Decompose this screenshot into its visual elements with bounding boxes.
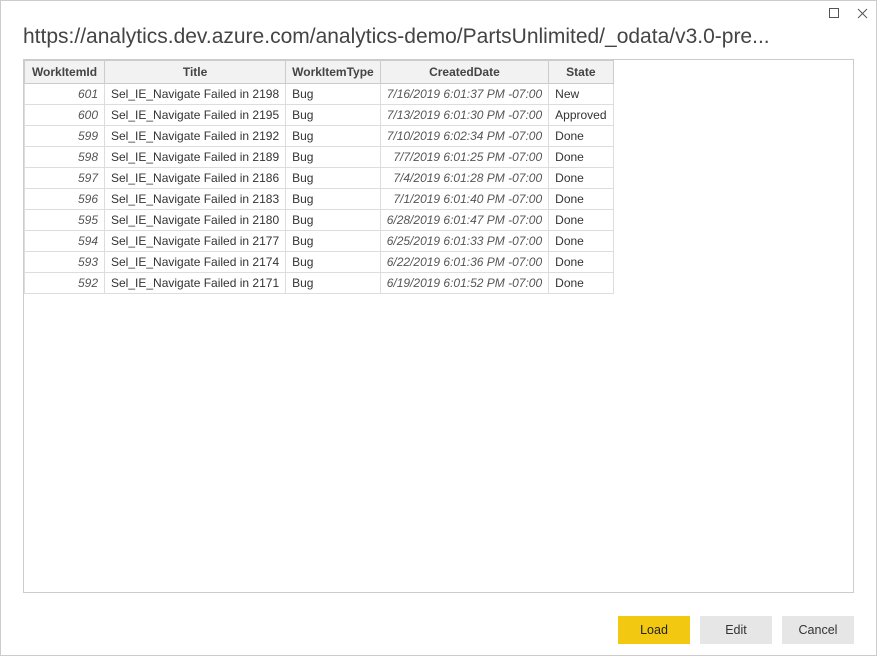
cell-createddate: 6/25/2019 6:01:33 PM -07:00 — [380, 231, 548, 252]
preview-pane: WorkItemId Title WorkItemType CreatedDat… — [23, 59, 854, 593]
cell-title: Sel_IE_Navigate Failed in 2195 — [105, 105, 286, 126]
cell-state: Done — [549, 252, 613, 273]
edit-button[interactable]: Edit — [700, 616, 772, 644]
data-table: WorkItemId Title WorkItemType CreatedDat… — [24, 60, 614, 294]
cell-createddate: 7/13/2019 6:01:30 PM -07:00 — [380, 105, 548, 126]
table-row[interactable]: 598Sel_IE_Navigate Failed in 2189Bug7/7/… — [25, 147, 614, 168]
col-header-workitemid[interactable]: WorkItemId — [25, 61, 105, 84]
table-row[interactable]: 596Sel_IE_Navigate Failed in 2183Bug7/1/… — [25, 189, 614, 210]
table-row[interactable]: 594Sel_IE_Navigate Failed in 2177Bug6/25… — [25, 231, 614, 252]
cell-workitemtype: Bug — [286, 147, 381, 168]
cell-title: Sel_IE_Navigate Failed in 2180 — [105, 210, 286, 231]
table-row[interactable]: 595Sel_IE_Navigate Failed in 2180Bug6/28… — [25, 210, 614, 231]
cell-createddate: 7/7/2019 6:01:25 PM -07:00 — [380, 147, 548, 168]
col-header-state[interactable]: State — [549, 61, 613, 84]
cell-createddate: 6/22/2019 6:01:36 PM -07:00 — [380, 252, 548, 273]
cell-workitemtype: Bug — [286, 231, 381, 252]
col-header-createddate[interactable]: CreatedDate — [380, 61, 548, 84]
cell-title: Sel_IE_Navigate Failed in 2171 — [105, 273, 286, 294]
cell-state: Done — [549, 231, 613, 252]
cell-title: Sel_IE_Navigate Failed in 2183 — [105, 189, 286, 210]
page-title: https://analytics.dev.azure.com/analytic… — [1, 25, 876, 59]
cell-workitemid: 597 — [25, 168, 105, 189]
table-row[interactable]: 600Sel_IE_Navigate Failed in 2195Bug7/13… — [25, 105, 614, 126]
cell-workitemid: 593 — [25, 252, 105, 273]
cell-createddate: 6/19/2019 6:01:52 PM -07:00 — [380, 273, 548, 294]
titlebar — [1, 1, 876, 25]
cell-workitemid: 600 — [25, 105, 105, 126]
cell-workitemtype: Bug — [286, 189, 381, 210]
col-header-workitemtype[interactable]: WorkItemType — [286, 61, 381, 84]
close-icon[interactable] — [856, 7, 868, 19]
cell-title: Sel_IE_Navigate Failed in 2198 — [105, 84, 286, 105]
cell-workitemid: 598 — [25, 147, 105, 168]
col-header-title[interactable]: Title — [105, 61, 286, 84]
dialog-footer: Load Edit Cancel — [1, 605, 876, 655]
table-row[interactable]: 593Sel_IE_Navigate Failed in 2174Bug6/22… — [25, 252, 614, 273]
cell-workitemtype: Bug — [286, 84, 381, 105]
cell-workitemtype: Bug — [286, 126, 381, 147]
cell-state: Done — [549, 189, 613, 210]
cell-state: Done — [549, 273, 613, 294]
cell-workitemid: 594 — [25, 231, 105, 252]
cell-workitemid: 595 — [25, 210, 105, 231]
cell-workitemid: 601 — [25, 84, 105, 105]
table-row[interactable]: 599Sel_IE_Navigate Failed in 2192Bug7/10… — [25, 126, 614, 147]
cell-state: Done — [549, 210, 613, 231]
cell-title: Sel_IE_Navigate Failed in 2189 — [105, 147, 286, 168]
cell-createddate: 7/1/2019 6:01:40 PM -07:00 — [380, 189, 548, 210]
cell-workitemtype: Bug — [286, 105, 381, 126]
table-row[interactable]: 601Sel_IE_Navigate Failed in 2198Bug7/16… — [25, 84, 614, 105]
maximize-icon[interactable] — [828, 7, 840, 19]
cell-workitemid: 599 — [25, 126, 105, 147]
cell-workitemtype: Bug — [286, 252, 381, 273]
load-button[interactable]: Load — [618, 616, 690, 644]
cell-createddate: 7/16/2019 6:01:37 PM -07:00 — [380, 84, 548, 105]
cell-state: Done — [549, 126, 613, 147]
cancel-button[interactable]: Cancel — [782, 616, 854, 644]
cell-workitemid: 596 — [25, 189, 105, 210]
cell-title: Sel_IE_Navigate Failed in 2186 — [105, 168, 286, 189]
cell-title: Sel_IE_Navigate Failed in 2192 — [105, 126, 286, 147]
cell-workitemtype: Bug — [286, 273, 381, 294]
table-row[interactable]: 597Sel_IE_Navigate Failed in 2186Bug7/4/… — [25, 168, 614, 189]
cell-state: Done — [549, 168, 613, 189]
cell-title: Sel_IE_Navigate Failed in 2174 — [105, 252, 286, 273]
cell-state: Approved — [549, 105, 613, 126]
cell-createddate: 6/28/2019 6:01:47 PM -07:00 — [380, 210, 548, 231]
cell-title: Sel_IE_Navigate Failed in 2177 — [105, 231, 286, 252]
cell-createddate: 7/4/2019 6:01:28 PM -07:00 — [380, 168, 548, 189]
cell-createddate: 7/10/2019 6:02:34 PM -07:00 — [380, 126, 548, 147]
cell-workitemtype: Bug — [286, 210, 381, 231]
cell-workitemid: 592 — [25, 273, 105, 294]
cell-state: New — [549, 84, 613, 105]
cell-state: Done — [549, 147, 613, 168]
cell-workitemtype: Bug — [286, 168, 381, 189]
table-row[interactable]: 592Sel_IE_Navigate Failed in 2171Bug6/19… — [25, 273, 614, 294]
